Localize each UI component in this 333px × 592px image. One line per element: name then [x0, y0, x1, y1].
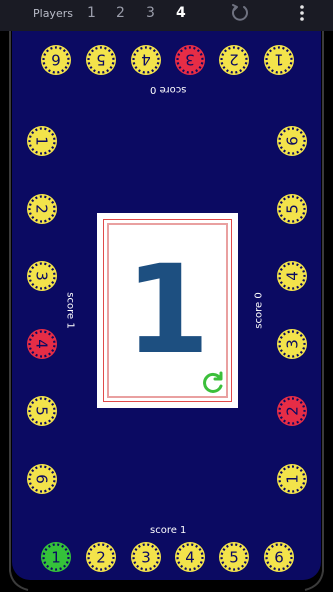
svg-text:5: 5 — [229, 549, 239, 567]
svg-text:4: 4 — [185, 549, 195, 567]
chip-bottom-2[interactable]: 2 — [85, 541, 117, 573]
chip-right-5[interactable]: 5 — [276, 193, 308, 225]
chip-top-1[interactable]: 1 — [263, 44, 295, 76]
score-right: score 0 — [253, 292, 265, 329]
svg-text:6: 6 — [284, 136, 302, 146]
svg-text:5: 5 — [96, 51, 106, 69]
svg-text:3: 3 — [284, 339, 302, 349]
player-count-4[interactable]: 4 — [176, 5, 186, 21]
svg-text:1: 1 — [51, 549, 61, 567]
svg-text:6: 6 — [274, 549, 284, 567]
chip-top-6[interactable]: 6 — [40, 44, 72, 76]
score-top: score 0 — [150, 84, 187, 95]
svg-text:2: 2 — [229, 51, 239, 69]
card-value: 1 — [125, 239, 210, 381]
chip-left-6[interactable]: 6 — [26, 463, 58, 495]
svg-text:5: 5 — [284, 204, 302, 214]
player-count-1[interactable]: 1 — [87, 5, 96, 21]
score-bottom: score 1 — [150, 525, 187, 536]
top-bar: Players 1 2 3 4 — [0, 0, 333, 31]
svg-text:5: 5 — [33, 406, 51, 416]
players-label: Players — [33, 7, 73, 20]
svg-text:3: 3 — [141, 549, 151, 567]
chip-right-1[interactable]: 1 — [276, 463, 308, 495]
chip-left-3[interactable]: 3 — [26, 260, 58, 292]
svg-text:3: 3 — [185, 51, 195, 69]
chip-bottom-4[interactable]: 4 — [174, 541, 206, 573]
chip-left-1[interactable]: 1 — [26, 125, 58, 157]
svg-text:2: 2 — [284, 406, 302, 416]
svg-text:2: 2 — [96, 549, 106, 567]
chip-right-3[interactable]: 3 — [276, 328, 308, 360]
svg-text:2: 2 — [33, 204, 51, 214]
svg-text:4: 4 — [284, 271, 302, 281]
chip-bottom-3[interactable]: 3 — [130, 541, 162, 573]
chip-right-4[interactable]: 4 — [276, 260, 308, 292]
svg-text:4: 4 — [33, 339, 51, 349]
svg-text:6: 6 — [51, 51, 61, 69]
svg-text:1: 1 — [274, 51, 284, 69]
chip-right-2[interactable]: 2 — [276, 395, 308, 427]
chip-left-5[interactable]: 5 — [26, 395, 58, 427]
more-options-icon[interactable] — [296, 3, 308, 23]
score-left: score 1 — [64, 292, 76, 329]
chip-top-2[interactable]: 2 — [218, 44, 250, 76]
chip-bottom-5[interactable]: 5 — [218, 541, 250, 573]
svg-text:1: 1 — [284, 474, 302, 484]
svg-text:1: 1 — [33, 136, 51, 146]
reset-icon[interactable] — [230, 3, 250, 23]
chip-left-4[interactable]: 4 — [26, 328, 58, 360]
svg-text:3: 3 — [33, 271, 51, 281]
player-count-3[interactable]: 3 — [146, 5, 155, 21]
refresh-icon[interactable] — [200, 370, 226, 396]
chip-right-6[interactable]: 6 — [276, 125, 308, 157]
chip-top-5[interactable]: 5 — [85, 44, 117, 76]
chip-top-3[interactable]: 3 — [174, 44, 206, 76]
svg-text:6: 6 — [33, 474, 51, 484]
player-count-2[interactable]: 2 — [116, 5, 125, 21]
chip-left-2[interactable]: 2 — [26, 193, 58, 225]
chip-bottom-1[interactable]: 1 — [40, 541, 72, 573]
svg-text:4: 4 — [141, 51, 151, 69]
chip-bottom-6[interactable]: 6 — [263, 541, 295, 573]
chip-top-4[interactable]: 4 — [130, 44, 162, 76]
